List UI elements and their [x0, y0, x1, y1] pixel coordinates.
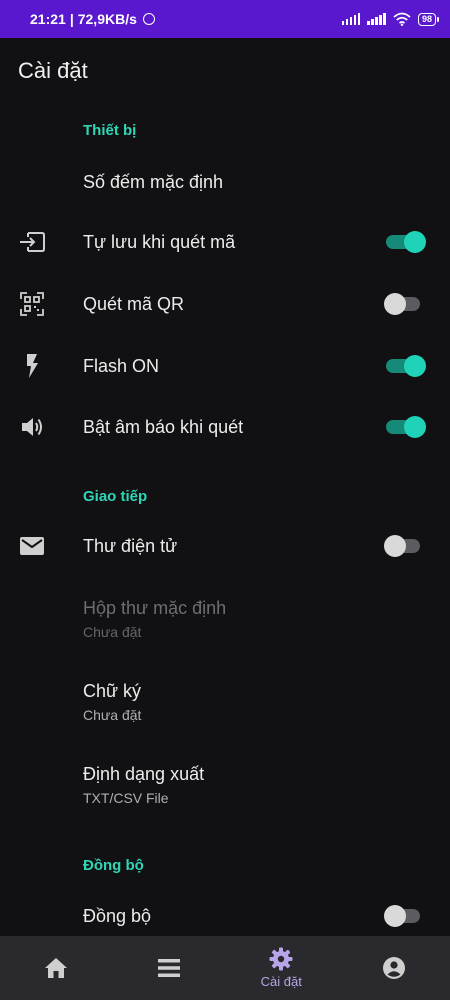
setting-default-inbox: Hộp thư mặc định Chưa đặt	[0, 590, 450, 646]
page-title: Cài đặt	[18, 58, 88, 83]
flash-toggle[interactable]	[384, 355, 426, 377]
input-arrow-icon	[18, 228, 46, 256]
setting-flash[interactable]: Flash ON	[0, 346, 450, 386]
setting-sync[interactable]: Đồng bộ	[0, 896, 450, 936]
setting-label: Flash ON	[83, 355, 160, 376]
setting-beep[interactable]: Bật âm báo khi quét	[0, 407, 450, 447]
auto-save-toggle[interactable]	[384, 231, 426, 253]
status-net-speed: 72,9KB/s	[77, 11, 137, 27]
alarm-icon	[142, 13, 155, 25]
setting-export-format[interactable]: Định dạng xuất TXT/CSV File	[0, 756, 450, 812]
qr-code-icon	[18, 290, 46, 318]
section-header-communication: Giao tiếp	[83, 488, 148, 505]
mail-icon	[18, 532, 46, 560]
nav-settings-label: Cài đặt	[260, 974, 302, 989]
setting-signature[interactable]: Chữ ký Chưa đặt	[0, 673, 450, 729]
setting-label: Tự lưu khi quét mã	[83, 231, 236, 252]
bottom-navigation: Cài đặt	[0, 936, 450, 1000]
nav-list[interactable]	[113, 936, 226, 1000]
setting-label: Thư điện tử	[83, 535, 178, 556]
volume-icon	[18, 413, 46, 441]
setting-label: Bật âm báo khi quét	[83, 416, 244, 437]
setting-label: Số đếm mặc định	[83, 171, 224, 192]
qr-scan-toggle[interactable]	[384, 293, 424, 315]
signal-icon-2	[367, 13, 386, 25]
setting-email[interactable]: Thư điện tử	[0, 526, 450, 566]
email-toggle[interactable]	[384, 535, 424, 557]
sync-toggle[interactable]	[384, 905, 424, 927]
setting-value: Chưa đặt	[83, 707, 142, 723]
setting-value: Chưa đặt	[83, 624, 142, 640]
account-icon	[382, 957, 405, 979]
status-bar: 21:21 | 72,9KB/s 98	[0, 0, 450, 38]
battery-indicator: 98	[417, 12, 440, 26]
section-header-device: Thiết bị	[83, 122, 137, 139]
nav-settings[interactable]: Cài đặt	[225, 936, 338, 1000]
setting-default-counter[interactable]: Số đếm mặc định	[0, 162, 450, 202]
nav-account[interactable]	[338, 936, 450, 1000]
setting-value: TXT/CSV File	[83, 790, 169, 806]
beep-toggle[interactable]	[384, 416, 426, 438]
section-header-sync: Đồng bộ	[83, 857, 144, 874]
setting-label: Chữ ký	[83, 681, 142, 701]
setting-label: Định dạng xuất	[83, 764, 205, 784]
flash-icon	[18, 352, 46, 380]
setting-label: Đồng bộ	[83, 905, 152, 926]
setting-label: Quét mã QR	[83, 293, 185, 314]
home-icon	[45, 958, 68, 978]
setting-label: Hộp thư mặc định	[83, 598, 227, 618]
setting-auto-save[interactable]: Tự lưu khi quét mã	[0, 222, 450, 262]
setting-qr-scan[interactable]: Quét mã QR	[0, 284, 450, 324]
status-time: 21:21	[30, 11, 66, 27]
signal-icon	[341, 13, 361, 25]
wifi-icon	[393, 12, 411, 26]
gear-icon	[269, 947, 293, 971]
list-icon	[157, 959, 180, 977]
nav-home[interactable]	[0, 936, 113, 1000]
